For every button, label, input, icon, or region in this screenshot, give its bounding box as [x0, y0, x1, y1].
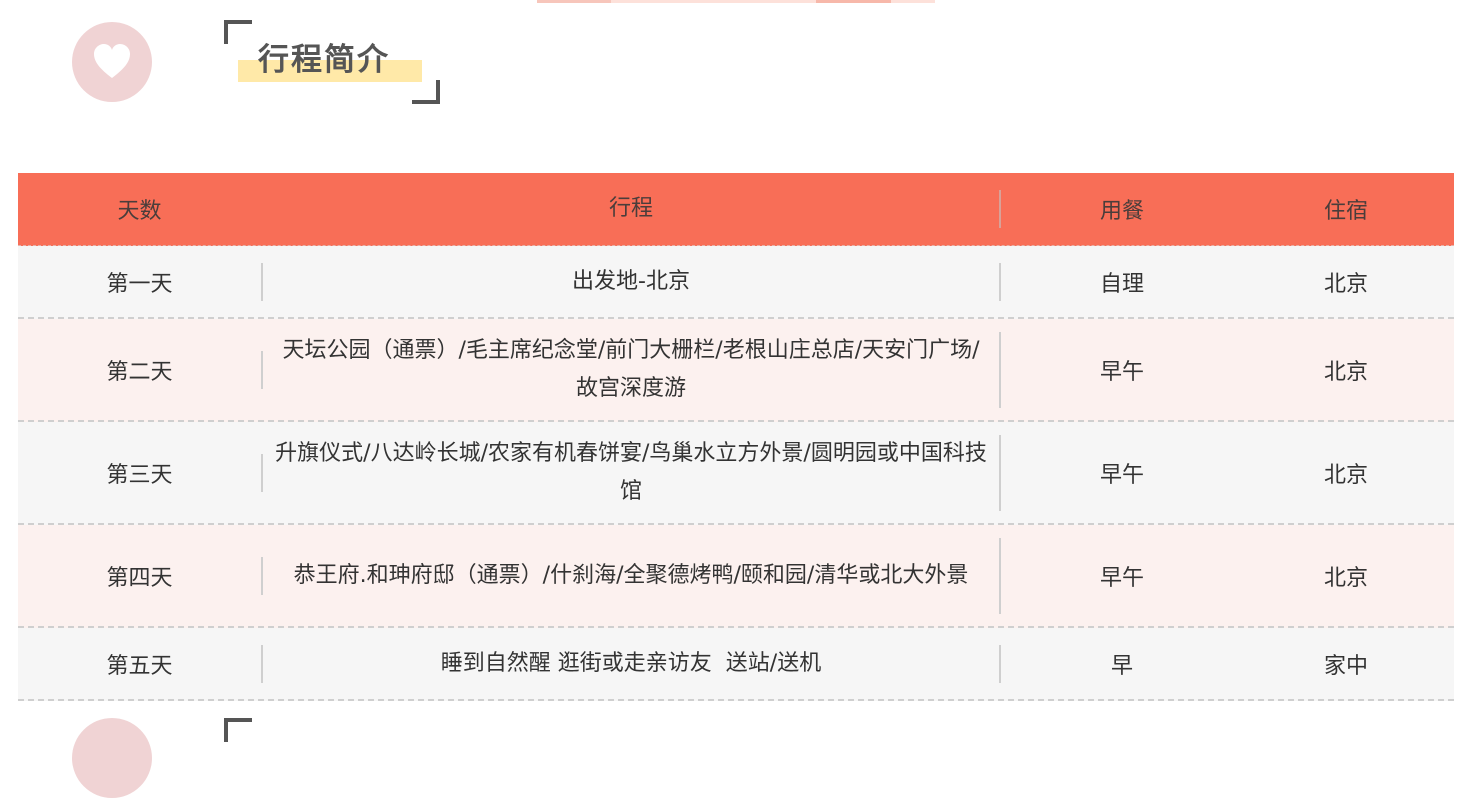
header-day: 天数	[117, 199, 162, 224]
title-corner-bracket	[412, 80, 440, 104]
heart-icon	[94, 44, 130, 78]
route-cell: 出发地-北京	[572, 268, 690, 294]
section-title-block: 行程简介	[224, 20, 440, 104]
stay-cell: 北京	[1323, 462, 1368, 488]
table-row: 第四天 恭王府.和珅府邸（通票）/什刹海/全聚德烤鸭/颐和园/清华或北大外景 早…	[18, 525, 1454, 628]
section-title: 行程简介	[258, 42, 390, 78]
stay-cell: 家中	[1323, 653, 1368, 679]
itinerary-table: 天数 行程 用餐 住宿 第一天 出发地-北京 自理 北京 第二天 天坛公园（通票…	[18, 173, 1454, 701]
day-cell: 第三天	[106, 462, 173, 488]
table-header-row: 天数 行程 用餐 住宿	[18, 173, 1454, 246]
day-cell: 第四天	[106, 565, 173, 591]
top-decor-strip	[611, 0, 816, 3]
table-row: 第五天 睡到自然醒 逛街或走亲访友 送站/送机 早 家中	[18, 628, 1454, 701]
header-route: 行程	[608, 196, 653, 221]
route-cell: 睡到自然醒 逛街或走亲访友 送站/送机	[440, 650, 822, 676]
stay-cell: 北京	[1323, 565, 1368, 591]
table-row: 第一天 出发地-北京 自理 北京	[18, 246, 1454, 319]
day-cell: 第一天	[106, 271, 173, 297]
title-corner-bracket	[224, 20, 252, 44]
next-section-heart-badge	[72, 718, 152, 798]
stay-cell: 北京	[1323, 359, 1368, 385]
heart-badge	[72, 22, 152, 102]
meal-cell: 自理	[1099, 271, 1144, 297]
top-decor-strip	[816, 0, 891, 3]
meal-cell: 早午	[1099, 565, 1144, 591]
header-stay: 住宿	[1323, 199, 1368, 224]
route-cell: 天坛公园（通票）/毛主席纪念堂/前门大栅栏/老根山庄总店/天安门广场/故宫深度游	[282, 337, 980, 401]
route-cell: 升旗仪式/八达岭长城/农家有机春饼宴/鸟巢水立方外景/圆明园或中国科技馆	[275, 440, 987, 504]
meal-cell: 早	[1110, 653, 1133, 679]
stay-cell: 北京	[1323, 271, 1368, 297]
day-cell: 第五天	[106, 653, 173, 679]
meal-cell: 早午	[1099, 462, 1144, 488]
route-cell: 恭王府.和珅府邸（通票）/什刹海/全聚德烤鸭/颐和园/清华或北大外景	[293, 562, 969, 588]
top-decor-strip	[891, 0, 935, 3]
top-decor-strip	[537, 0, 611, 3]
day-cell: 第二天	[106, 359, 173, 385]
meal-cell: 早午	[1099, 359, 1144, 385]
table-row: 第三天 升旗仪式/八达岭长城/农家有机春饼宴/鸟巢水立方外景/圆明园或中国科技馆…	[18, 422, 1454, 525]
header-meal: 用餐	[1099, 199, 1144, 224]
table-row: 第二天 天坛公园（通票）/毛主席纪念堂/前门大栅栏/老根山庄总店/天安门广场/故…	[18, 319, 1454, 422]
next-section-corner-bracket	[224, 718, 252, 742]
